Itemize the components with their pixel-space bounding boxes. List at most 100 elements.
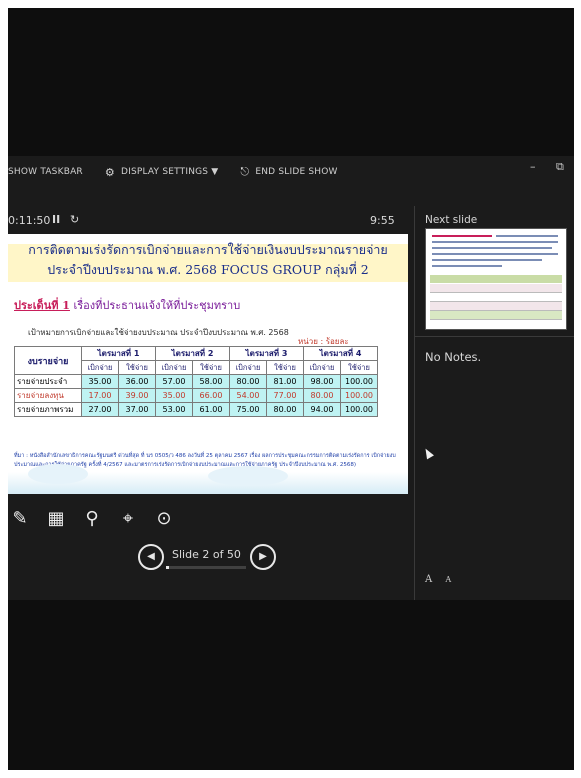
- display-settings-label: DISPLAY SETTINGS ▼: [120, 167, 219, 177]
- table-cell: 36.00: [118, 374, 156, 389]
- show-taskbar-button[interactable]: SHOW TASKBAR: [8, 167, 83, 177]
- previous-slide-button[interactable]: ◀: [138, 544, 164, 570]
- current-time: 9:55: [370, 214, 395, 227]
- thumb-table: [430, 275, 562, 323]
- table-cell: 61.00: [192, 402, 230, 417]
- table-cell: 100.00: [340, 402, 378, 417]
- slides-grid-icon[interactable]: ▦: [44, 506, 68, 530]
- target-caption: เป้าหมายการเบิกจ่ายและใช้จ่ายงบประมาณ ปร…: [28, 328, 289, 337]
- table-row: รายจ่ายประจำ 35.00 36.00 57.00 58.00 80.…: [14, 374, 378, 389]
- thumb-line: [432, 259, 542, 261]
- table-cell: 80.00: [303, 388, 341, 403]
- slide-title-line1: การติดตามเร่งรัดการเบิกจ่ายและการใช้จ่าย…: [28, 242, 388, 257]
- next-slide-label: Next slide: [425, 214, 478, 226]
- mouse-cursor-icon: [422, 446, 434, 460]
- table-cell: 81.00: [266, 374, 304, 389]
- display-settings-icon: ⚙: [104, 165, 115, 179]
- end-show-icon: ⎋: [240, 165, 250, 178]
- thumb-line: [432, 253, 558, 255]
- current-slide[interactable]: การติดตามเร่งรัดการเบิกจ่ายและการใช้จ่าย…: [8, 234, 408, 494]
- table-cell: 39.00: [118, 388, 156, 403]
- table-cell: 37.00: [118, 402, 156, 417]
- elapsed-timer: 0:11:50: [8, 214, 51, 227]
- table-cell: 100.00: [340, 388, 378, 403]
- table-row: รายจ่ายภาพรวม 27.00 37.00 53.00 61.00 75…: [14, 402, 378, 417]
- quarter-header: ไตรมาสที่ 3: [229, 346, 304, 361]
- table-cell: 58.00: [192, 374, 230, 389]
- sub-header: ใช้จ่าย: [340, 360, 378, 375]
- table-row: รายจ่ายลงทุน 17.00 39.00 35.00 66.00 54.…: [14, 388, 378, 403]
- timer-row: 0:11:50 II ↻ 9:55: [8, 213, 408, 232]
- laser-pointer-icon[interactable]: ⌖: [116, 506, 140, 530]
- panel-divider: [414, 206, 415, 600]
- table-cell: 80.00: [229, 374, 267, 389]
- slide-counter[interactable]: Slide 2 of 50: [172, 548, 241, 561]
- presenter-toolbar: SHOW TASKBAR ⚙ DISPLAY SETTINGS ▼ ⎋ END …: [8, 156, 574, 188]
- row-label: รายจ่ายภาพรวม: [14, 402, 82, 417]
- table-header-label: งบรายจ่าย: [14, 346, 82, 375]
- zoom-icon[interactable]: ⚲: [80, 506, 104, 530]
- table-cell: 94.00: [303, 402, 341, 417]
- end-slide-show-label: END SLIDE SHOW: [255, 167, 338, 177]
- thumb-table-row: [430, 302, 562, 311]
- sub-header: ใช้จ่าย: [192, 360, 230, 375]
- thumb-line: [432, 235, 492, 237]
- sub-header: เบิกจ่าย: [155, 360, 193, 375]
- row-label: รายจ่ายลงทุน: [14, 388, 82, 403]
- slide-tools: ✎ ▦ ⚲ ⌖ ⊙: [8, 506, 188, 530]
- slide-navigation: ◀ Slide 2 of 50 ▶: [128, 544, 288, 570]
- agenda-heading: ประเด็นที่ 1 เรื่องที่ประธานแจ้งให้ที่ปร…: [14, 296, 240, 314]
- slide-progress-fill: [166, 566, 170, 569]
- table-cell: 27.00: [81, 402, 119, 417]
- thumb-table-row: [430, 284, 562, 293]
- table-cell: 80.00: [266, 402, 304, 417]
- notes-font-controls: A A: [425, 574, 461, 585]
- display-settings-button[interactable]: ⚙ DISPLAY SETTINGS ▼: [105, 166, 219, 179]
- thumb-table-head: [430, 275, 562, 283]
- agenda-prefix: ประเด็นที่ 1: [14, 299, 70, 312]
- next-slide-button[interactable]: ▶: [250, 544, 276, 570]
- pause-timer-button[interactable]: II: [52, 213, 60, 226]
- row-label: รายจ่ายประจำ: [14, 374, 82, 389]
- agenda-text: เรื่องที่ประธานแจ้งให้ที่ประชุมทราบ: [69, 299, 241, 312]
- table-cell: 35.00: [155, 388, 193, 403]
- table-cell: 57.00: [155, 374, 193, 389]
- screen: SHOW TASKBAR ⚙ DISPLAY SETTINGS ▼ ⎋ END …: [8, 8, 574, 770]
- slide-title-line2: ประจำปีงบประมาณ พ.ศ. 2568 FOCUS GROUP กล…: [47, 262, 369, 277]
- table-cell: 53.00: [155, 402, 193, 417]
- table-cell: 77.00: [266, 388, 304, 403]
- budget-table: งบรายจ่าย ไตรมาสที่ 1 ไตรมาสที่ 2 ไตรมาส…: [14, 346, 378, 417]
- table-cell: 17.00: [81, 388, 119, 403]
- sub-header: ใช้จ่าย: [266, 360, 304, 375]
- thumb-line: [496, 235, 558, 237]
- slide-title: การติดตามเร่งรัดการเบิกจ่ายและการใช้จ่าย…: [8, 240, 408, 282]
- speaker-notes[interactable]: No Notes.: [425, 350, 481, 364]
- minimize-button[interactable]: –: [530, 160, 536, 173]
- cloud-decoration: [8, 464, 408, 494]
- thumb-line: [432, 247, 552, 249]
- sub-header: เบิกจ่าย: [81, 360, 119, 375]
- thumb-line: [432, 241, 558, 243]
- sub-header: ใช้จ่าย: [118, 360, 156, 375]
- quarter-header: ไตรมาสที่ 1: [81, 346, 156, 361]
- sub-header: เบิกจ่าย: [229, 360, 267, 375]
- increase-font-button[interactable]: A: [425, 574, 432, 585]
- thumb-line: [432, 265, 502, 267]
- thumb-table-row: [430, 293, 562, 302]
- end-slide-show-button[interactable]: ⎋ END SLIDE SHOW: [240, 165, 337, 179]
- table-cell: 75.00: [229, 402, 267, 417]
- show-taskbar-label: SHOW TASKBAR: [8, 167, 83, 177]
- thumb-table-row: [430, 311, 562, 320]
- decrease-font-button[interactable]: A: [445, 575, 451, 584]
- table-cell: 35.00: [81, 374, 119, 389]
- table-cell: 66.00: [192, 388, 230, 403]
- restore-button[interactable]: ⧉: [556, 160, 564, 174]
- pen-icon[interactable]: ✎: [8, 506, 32, 530]
- table-cell: 98.00: [303, 374, 341, 389]
- more-options-icon[interactable]: ⊙: [152, 506, 176, 530]
- next-slide-thumbnail[interactable]: [425, 228, 567, 330]
- sub-header: เบิกจ่าย: [303, 360, 341, 375]
- table-cell: 54.00: [229, 388, 267, 403]
- reset-timer-button[interactable]: ↻: [70, 213, 79, 226]
- notes-divider: [415, 336, 574, 337]
